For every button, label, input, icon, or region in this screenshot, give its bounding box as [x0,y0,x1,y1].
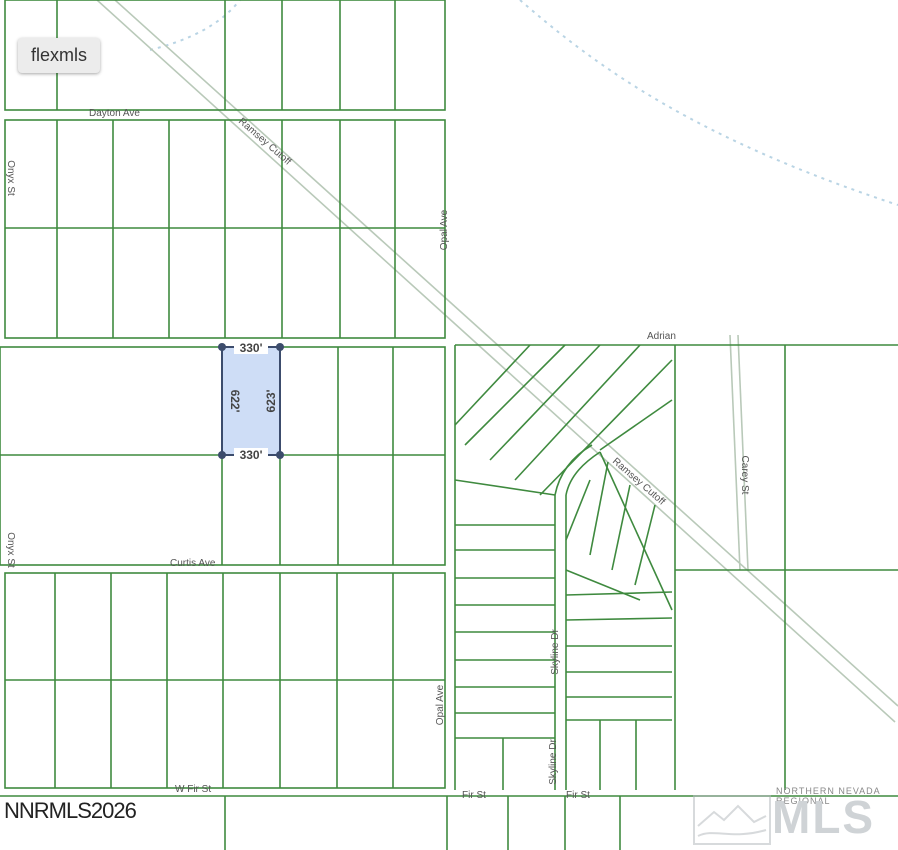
selected-parcel[interactable]: 330' 330' 622' 623' [218,340,284,462]
street-label: Onyx St [5,532,16,568]
street-label: Curtis Ave [170,558,216,569]
street-label: Fir St [566,790,590,801]
lot-lines [0,0,898,850]
street-label: Fir St [462,790,486,801]
street-label: Opal Ave [435,684,446,725]
trail-line [519,0,898,206]
ramsey-cutoff-road [96,0,898,723]
mls-logo-big-text: MLS [772,791,876,843]
carey-street-road [729,334,749,571]
street-label: Carey St [739,456,750,495]
street-label: Adrian [647,331,676,342]
street-label: Opal Ave [439,209,450,250]
parcel-bottom-dimension: 330' [240,448,263,462]
street-label: Dayton Ave [89,108,140,119]
parcel-vertex[interactable] [218,343,226,351]
flexmls-badge[interactable]: flexmls [18,38,101,73]
street-label: Ramsey Cutoff [610,456,667,508]
copyright-watermark: NNRMLS2026 [4,798,137,823]
parcel-top-dimension: 330' [240,341,263,355]
parcel-left-dimension: 622' [228,390,242,413]
street-label: W Fir St [175,784,211,795]
parcel-map[interactable]: 330' 330' 622' 623' Dayton Ave Ramsey Cu… [0,0,898,850]
street-label: Onyx St [5,160,16,196]
parcel-vertex[interactable] [218,451,226,459]
parcel-vertex[interactable] [276,451,284,459]
parcel-vertex[interactable] [276,343,284,351]
street-label: Skyline Dr [550,629,561,675]
trail-line [149,0,241,51]
parcel-right-dimension: 623' [264,389,278,412]
street-label: Ramsey Cutoff [236,116,293,168]
street-label: Skyline Dr [548,739,559,785]
